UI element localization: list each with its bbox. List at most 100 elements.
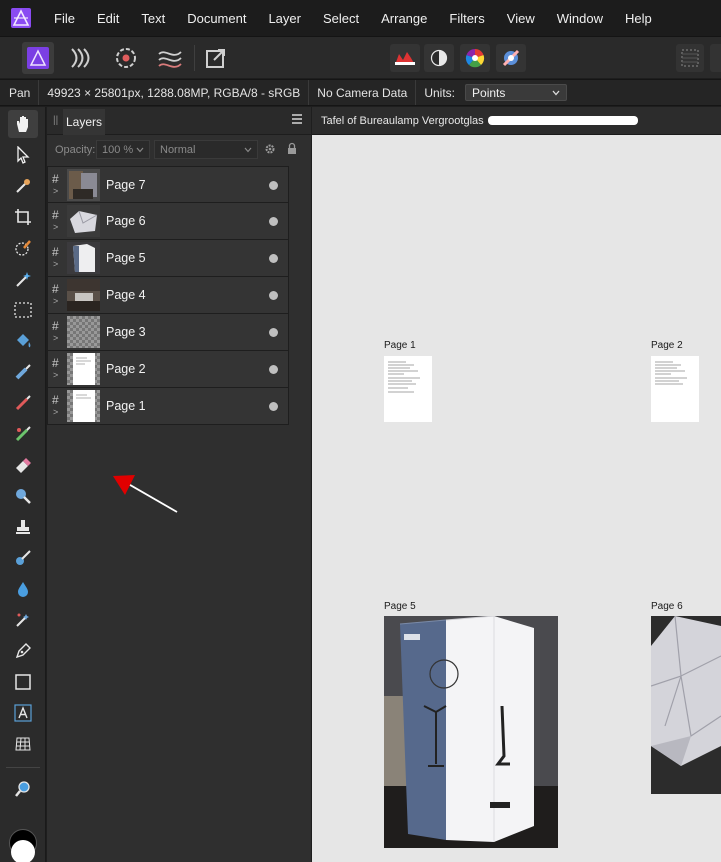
magnifier-dodge-icon xyxy=(16,489,31,504)
menu-filters[interactable]: Filters xyxy=(449,11,484,26)
layer-row-page-2[interactable]: # > Page 2 xyxy=(47,351,289,388)
menu-edit[interactable]: Edit xyxy=(97,11,119,26)
view-tool-button[interactable] xyxy=(8,110,38,138)
color-swatch-secondary[interactable] xyxy=(11,840,35,862)
smudge-brush-tool-button[interactable] xyxy=(8,544,38,572)
auto-colors-button[interactable] xyxy=(460,44,490,72)
layer-options-bar: Opacity: 100 % Normal xyxy=(47,135,311,165)
page-6-artboard[interactable] xyxy=(651,616,721,794)
clone-brush-tool-button[interactable] xyxy=(8,513,38,541)
expand-arrow-icon[interactable]: > xyxy=(53,222,58,232)
erase-brush-tool-button[interactable] xyxy=(8,451,38,479)
inpainting-brush-tool-button[interactable] xyxy=(8,606,38,634)
flood-select-tool-button[interactable] xyxy=(8,265,38,293)
zoom-magnifier-icon xyxy=(15,781,30,797)
menu-text[interactable]: Text xyxy=(141,11,165,26)
layer-thumbnail xyxy=(67,390,100,422)
page-2-artboard[interactable] xyxy=(651,356,699,422)
menu-window[interactable]: Window xyxy=(557,11,603,26)
healing-brush-icon xyxy=(16,613,29,627)
visibility-toggle[interactable] xyxy=(269,365,278,374)
expand-arrow-icon[interactable]: > xyxy=(53,259,58,269)
canvas-area[interactable]: Page 1 Page 2 Page 5 Page 6 xyxy=(312,135,721,862)
blur-brush-tool-button[interactable] xyxy=(8,575,38,603)
move-tool-button[interactable] xyxy=(8,141,38,169)
marquee-pattern-icon xyxy=(681,49,699,67)
layer-row-page-4[interactable]: # > Page 4 xyxy=(47,277,289,314)
eraser-icon xyxy=(16,458,31,473)
expand-arrow-icon[interactable]: > xyxy=(53,370,58,380)
visibility-toggle[interactable] xyxy=(269,254,278,263)
visibility-toggle[interactable] xyxy=(269,217,278,226)
opacity-label: Opacity: xyxy=(55,144,96,156)
blend-mode-value: Normal xyxy=(160,143,196,156)
auto-contrast-button[interactable] xyxy=(424,44,454,72)
visibility-toggle[interactable] xyxy=(269,291,278,300)
visibility-toggle[interactable] xyxy=(269,328,278,337)
flood-fill-tool-button[interactable] xyxy=(8,327,38,355)
blend-mode-dropdown[interactable]: Normal xyxy=(154,140,258,159)
zoom-tool-button[interactable] xyxy=(8,775,38,803)
menu-help[interactable]: Help xyxy=(625,11,652,26)
artistic-text-tool-button[interactable] xyxy=(8,699,38,727)
gear-icon[interactable] xyxy=(264,143,276,155)
selection-mode-button-2[interactable] xyxy=(710,44,721,72)
rectangle-tool-button[interactable] xyxy=(8,668,38,696)
visibility-toggle[interactable] xyxy=(269,402,278,411)
affinity-photo-logo-icon[interactable] xyxy=(10,7,32,29)
menu-select[interactable]: Select xyxy=(323,11,359,26)
units-dropdown[interactable]: Points xyxy=(465,84,568,101)
page-label-page-1: Page 1 xyxy=(384,340,416,351)
layer-thumbnail xyxy=(67,205,100,237)
color-replacement-tool-button[interactable] xyxy=(8,420,38,448)
layer-row-page-1[interactable]: # > Page 1 xyxy=(47,388,289,425)
menu-document[interactable]: Document xyxy=(187,11,246,26)
auto-white-balance-button[interactable] xyxy=(496,44,526,72)
menu-bar: File Edit Text Document Layer Select Arr… xyxy=(0,0,721,36)
paint-brush-tool-button[interactable] xyxy=(8,358,38,386)
auto-levels-button[interactable] xyxy=(390,44,420,72)
export-persona-button[interactable] xyxy=(200,42,232,74)
layer-row-page-3[interactable]: # > Page 3 xyxy=(47,314,289,351)
contrast-icon xyxy=(430,49,448,67)
color-wheel-icon xyxy=(465,48,485,68)
layer-row-page-5[interactable]: # > Page 5 xyxy=(47,240,289,277)
expand-arrow-icon[interactable]: > xyxy=(53,333,58,343)
panel-menu-icon[interactable] xyxy=(291,113,303,125)
page-5-artboard[interactable] xyxy=(384,616,558,848)
color-picker-tool-button[interactable] xyxy=(8,172,38,200)
mesh-warp-tool-button[interactable] xyxy=(8,730,38,758)
pen-tool-button[interactable] xyxy=(8,637,38,665)
visibility-toggle[interactable] xyxy=(269,181,278,190)
eyedropper-icon xyxy=(16,179,30,193)
selection-brush-tool-button[interactable] xyxy=(8,234,38,262)
artboard-icon: # xyxy=(52,208,59,222)
photo-persona-button[interactable] xyxy=(22,42,54,74)
expand-arrow-icon[interactable]: > xyxy=(53,407,58,417)
crop-tool-button[interactable] xyxy=(8,203,38,231)
tone-mapping-persona-button[interactable] xyxy=(154,42,186,74)
opacity-field[interactable]: 100 % xyxy=(96,140,150,159)
tab-layers[interactable]: Layers xyxy=(63,109,105,135)
page-1-artboard[interactable] xyxy=(384,356,432,422)
pixel-tool-button[interactable] xyxy=(8,389,38,417)
menu-file[interactable]: File xyxy=(54,11,75,26)
menu-view[interactable]: View xyxy=(507,11,535,26)
document-page-preview xyxy=(388,361,420,393)
lock-icon[interactable] xyxy=(287,142,297,155)
layer-row-page-7[interactable]: # > Page 7 xyxy=(47,166,289,203)
panel-grip-icon[interactable]: || xyxy=(53,115,58,126)
layer-row-page-6[interactable]: # > Page 6 xyxy=(47,203,289,240)
menu-arrange[interactable]: Arrange xyxy=(381,11,427,26)
expand-arrow-icon[interactable]: > xyxy=(53,186,58,196)
expand-arrow-icon[interactable]: > xyxy=(53,296,58,306)
stamp-icon xyxy=(16,520,30,534)
dodge-tool-button[interactable] xyxy=(8,482,38,510)
menu-layer[interactable]: Layer xyxy=(268,11,301,26)
selection-mode-button[interactable] xyxy=(676,44,704,72)
layer-name: Page 7 xyxy=(106,178,146,192)
liquify-persona-button[interactable] xyxy=(66,42,98,74)
marquee-tool-button[interactable] xyxy=(8,296,38,324)
develop-persona-button[interactable] xyxy=(110,42,142,74)
document-tab[interactable]: Tafel of Bureaulamp Vergrootglas xyxy=(312,107,721,135)
